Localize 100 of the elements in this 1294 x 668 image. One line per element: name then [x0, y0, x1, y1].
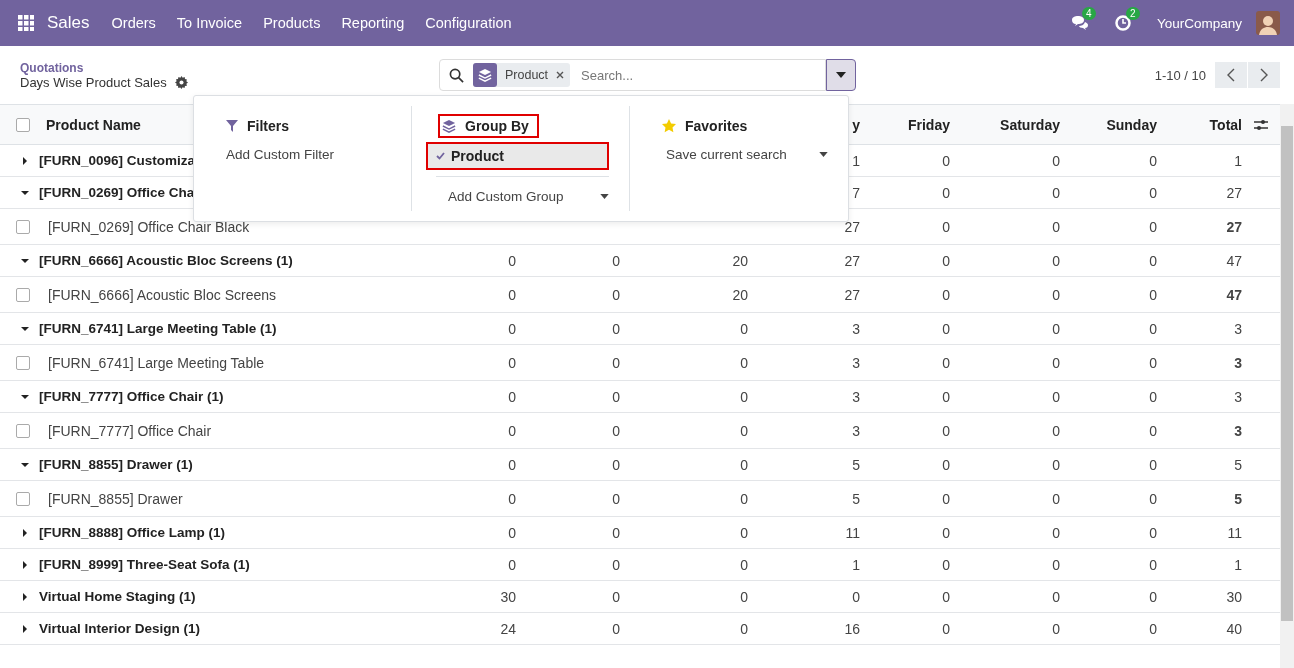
group-name[interactable]: [FURN_0269] Office Cha — [39, 185, 195, 200]
caret-icon — [819, 152, 828, 157]
caret-right-icon[interactable] — [21, 592, 29, 601]
dropdown-select[interactable]: Add Custom Group — [444, 189, 609, 204]
table-cell: 0 — [942, 556, 950, 573]
caret-right-icon[interactable] — [21, 624, 29, 633]
table-cell: 0 — [1149, 588, 1157, 605]
menu-item[interactable]: Configuration — [425, 15, 512, 31]
caret-down-icon[interactable] — [21, 324, 29, 333]
table-cell: 0 — [1149, 456, 1157, 473]
table-cell: 47 — [1226, 286, 1242, 303]
table-cell: 3 — [852, 320, 860, 337]
apps-grid-icon[interactable] — [18, 15, 34, 31]
section-header: Filters — [224, 114, 299, 138]
table-cell: 3 — [1234, 320, 1242, 337]
table-cell: 0 — [508, 388, 516, 405]
clock-icon[interactable] — [1114, 15, 1131, 31]
group-name[interactable]: [FURN_8855] Drawer (1) — [39, 457, 193, 472]
group-name[interactable]: [FURN_8999] Three-Seat Sofa (1) — [39, 557, 250, 572]
column-header[interactable]: Sunday — [1106, 116, 1157, 133]
search-options-toggle[interactable] — [826, 59, 856, 91]
group-name[interactable]: Virtual Interior Design (1) — [39, 621, 201, 636]
caret-down-icon[interactable] — [21, 188, 29, 197]
table-cell: [FURN_6741] Large Meeting Table — [48, 354, 265, 371]
table-cell: 0 — [1149, 320, 1157, 337]
table-cell: 0 — [1149, 152, 1157, 169]
menu-item[interactable]: To Invoice — [176, 15, 243, 31]
table-cell: 0 — [508, 456, 516, 473]
column-header[interactable]: Product Name — [46, 116, 141, 133]
caret-down-icon[interactable] — [21, 256, 29, 265]
group-name[interactable]: [FURN_6666] Acoustic Bloc Screens (1) — [39, 253, 293, 268]
table-cell: 0 — [612, 320, 620, 337]
table-cell: 27 — [844, 286, 860, 303]
table-cell: 5 — [1234, 490, 1242, 507]
avatar[interactable] — [1256, 11, 1280, 35]
row-checkbox[interactable] — [16, 287, 30, 302]
column-header[interactable]: Friday — [908, 116, 950, 133]
table-cell: 0 — [740, 320, 748, 337]
menu-item[interactable]: Orders — [111, 15, 156, 31]
table-cell: 0 — [1149, 556, 1157, 573]
table-cell: 5 — [852, 490, 860, 507]
menu-option[interactable]: Add Custom Filter — [226, 147, 391, 162]
app-name[interactable]: Sales — [47, 13, 90, 33]
table-cell: [FURN_7777] Office Chair — [48, 422, 212, 439]
table-cell: 16 — [844, 620, 860, 637]
column-header[interactable]: Saturday — [1000, 116, 1060, 133]
table-cell: 0 — [612, 456, 620, 473]
breadcrumb-link[interactable]: Quotations — [20, 60, 439, 75]
row-checkbox[interactable] — [16, 491, 30, 506]
column-header[interactable]: Total — [1209, 116, 1242, 133]
chat-icon[interactable] — [1070, 15, 1089, 31]
table-cell: 30 — [500, 588, 516, 605]
table-cell: 0 — [1149, 184, 1157, 201]
star-icon — [662, 119, 676, 133]
column-header[interactable]: y — [852, 116, 860, 133]
group-name[interactable]: Virtual Home Staging (1) — [39, 589, 196, 604]
caret-right-icon[interactable] — [21, 528, 29, 537]
group-name[interactable]: [FURN_8888] Office Lamp (1) — [39, 525, 226, 540]
menu-item[interactable]: Reporting — [341, 15, 405, 31]
table-cell: 0 — [1149, 354, 1157, 371]
menu-item[interactable]: Products — [263, 15, 321, 31]
group-name[interactable]: [FURN_0096] Customiza — [39, 153, 196, 168]
caret-down-icon[interactable] — [21, 460, 29, 469]
scrollbar[interactable] — [1280, 104, 1294, 668]
table-cell: 20 — [732, 252, 748, 269]
pager-value[interactable]: 1-10 / 10 — [1154, 67, 1206, 83]
select-all-checkbox[interactable] — [16, 117, 30, 132]
gear-icon[interactable] — [174, 75, 188, 89]
caret-right-icon[interactable] — [21, 560, 29, 569]
caret-down-icon[interactable] — [21, 392, 29, 401]
table-cell: 0 — [1149, 218, 1157, 235]
table-cell: 0 — [612, 388, 620, 405]
table-cell: 0 — [1052, 252, 1060, 269]
table-cell: 0 — [508, 354, 516, 371]
dropdown-select[interactable]: Save current search — [662, 147, 828, 162]
table-cell: 40 — [1226, 620, 1242, 637]
table-cell: 0 — [942, 152, 950, 169]
row-checkbox[interactable] — [16, 423, 30, 438]
table-cell: [FURN_6666] Acoustic Bloc Screens — [48, 286, 276, 303]
table-cell: 0 — [612, 490, 620, 507]
search-field[interactable]: Product Search... — [439, 59, 826, 91]
sliders-icon[interactable] — [1254, 118, 1268, 131]
caret-right-icon[interactable] — [21, 156, 29, 165]
table-cell: 1 — [852, 152, 860, 169]
table-cell: 0 — [508, 320, 516, 337]
group-name[interactable]: [FURN_7777] Office Chair (1) — [39, 389, 224, 404]
table-cell: 0 — [740, 354, 748, 371]
table-cell: [FURN_8855] Drawer — [48, 490, 183, 507]
row-checkbox[interactable] — [16, 355, 30, 370]
row-checkbox[interactable] — [16, 219, 30, 234]
close-icon[interactable] — [556, 71, 565, 79]
table-cell: 0 — [1052, 320, 1060, 337]
table-cell: 0 — [508, 556, 516, 573]
table-cell: 11 — [1227, 524, 1242, 541]
table-cell: 0 — [612, 422, 620, 439]
table-cell: 5 — [852, 456, 860, 473]
table-cell: 0 — [1149, 490, 1157, 507]
menu-option[interactable]: Product — [426, 142, 609, 170]
group-name[interactable]: [FURN_6741] Large Meeting Table (1) — [39, 321, 277, 336]
company-name[interactable]: YourCompany — [1156, 15, 1242, 31]
